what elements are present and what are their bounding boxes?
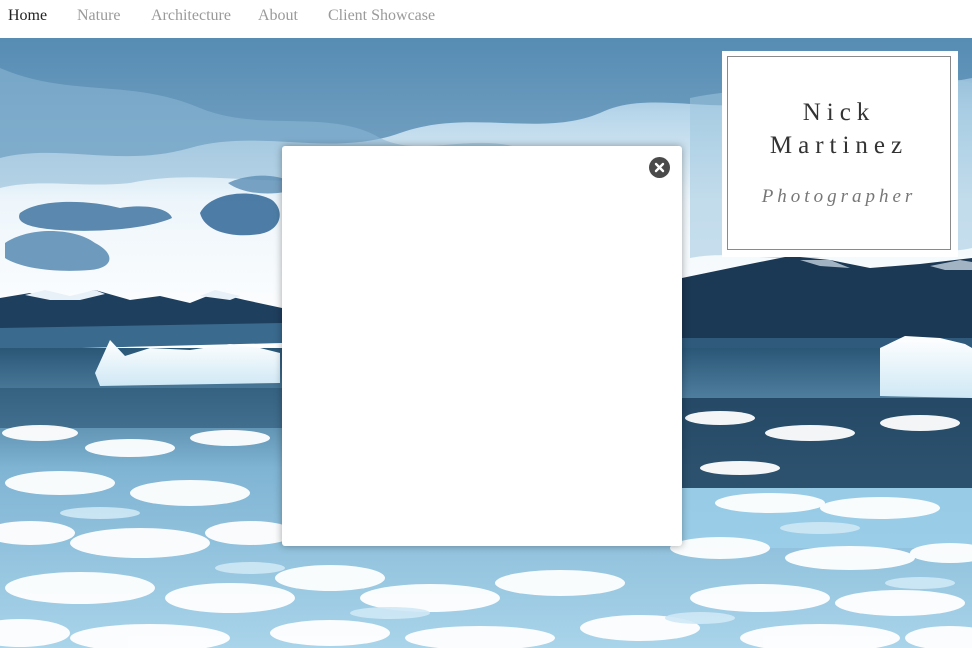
- top-navigation: Home Nature Architecture About Client Sh…: [0, 0, 972, 38]
- nav-item-client-showcase[interactable]: Client Showcase: [328, 7, 435, 25]
- page: Home Nature Architecture About Client Sh…: [0, 0, 972, 648]
- nav-item-architecture[interactable]: Architecture: [151, 7, 231, 25]
- brand-card: Nick Martinez Photographer: [722, 51, 958, 257]
- lightbox-modal: [282, 146, 682, 546]
- close-button[interactable]: [649, 157, 670, 178]
- brand-last-name: Martinez: [769, 132, 909, 159]
- brand-subtitle: Photographer: [761, 186, 917, 207]
- nav-item-nature[interactable]: Nature: [77, 7, 121, 25]
- close-icon: [654, 162, 665, 173]
- brand-first-name: Nick: [802, 99, 876, 126]
- brand-frame: Nick Martinez Photographer: [727, 56, 951, 250]
- nav-item-about[interactable]: About: [258, 7, 298, 25]
- nav-item-home[interactable]: Home: [8, 7, 47, 25]
